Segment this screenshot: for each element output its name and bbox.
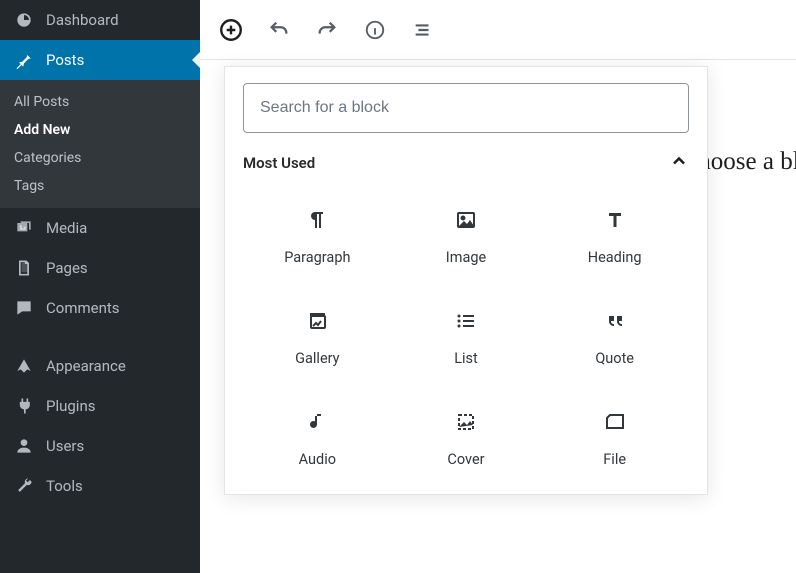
users-icon bbox=[12, 436, 36, 456]
file-icon bbox=[602, 409, 628, 435]
block-label: Paragraph bbox=[284, 249, 350, 266]
pin-icon bbox=[12, 50, 36, 70]
block-gallery[interactable]: Gallery bbox=[243, 286, 392, 387]
block-label: Heading bbox=[588, 249, 642, 266]
sidebar-item-pages[interactable]: Pages bbox=[0, 248, 200, 288]
pages-icon bbox=[12, 258, 36, 278]
sidebar-item-label: Users bbox=[46, 437, 84, 455]
block-heading[interactable]: Heading bbox=[540, 185, 689, 286]
audio-icon bbox=[304, 409, 330, 435]
block-label: Cover bbox=[447, 451, 484, 468]
dashboard-icon bbox=[12, 10, 36, 30]
block-label: List bbox=[454, 350, 478, 367]
info-button[interactable] bbox=[362, 17, 388, 43]
undo-button[interactable] bbox=[266, 17, 292, 43]
submenu-add-new[interactable]: Add New bbox=[0, 116, 200, 144]
block-image[interactable]: Image bbox=[392, 185, 541, 286]
block-quote[interactable]: Quote bbox=[540, 286, 689, 387]
admin-sidebar: Dashboard Posts All Posts Add New Catego… bbox=[0, 0, 200, 573]
appearance-icon bbox=[12, 356, 36, 376]
block-label: Quote bbox=[595, 350, 634, 367]
block-label: Image bbox=[446, 249, 486, 266]
sidebar-item-appearance[interactable]: Appearance bbox=[0, 346, 200, 386]
block-audio[interactable]: Audio bbox=[243, 387, 392, 488]
list-icon bbox=[453, 308, 479, 334]
plugins-icon bbox=[12, 396, 36, 416]
outline-button[interactable] bbox=[410, 17, 436, 43]
sidebar-item-comments[interactable]: Comments bbox=[0, 288, 200, 328]
sidebar-item-label: Plugins bbox=[46, 397, 95, 415]
blocks-grid: Paragraph Image Heading Gallery List Quo bbox=[243, 185, 689, 488]
sidebar-item-label: Pages bbox=[46, 259, 88, 277]
comments-icon bbox=[12, 298, 36, 318]
sidebar-item-dashboard[interactable]: Dashboard bbox=[0, 0, 200, 40]
block-inserter-panel: Most Used Paragraph Image Heading Galler… bbox=[224, 66, 708, 495]
quote-icon bbox=[602, 308, 628, 334]
redo-button[interactable] bbox=[314, 17, 340, 43]
sidebar-item-label: Tools bbox=[46, 477, 83, 495]
sidebar-item-label: Media bbox=[46, 219, 87, 237]
image-icon bbox=[453, 207, 479, 233]
sidebar-spacer bbox=[0, 328, 200, 346]
block-label: Gallery bbox=[295, 350, 339, 367]
paragraph-icon bbox=[304, 207, 330, 233]
sidebar-item-label: Appearance bbox=[46, 357, 126, 375]
submenu-tags[interactable]: Tags bbox=[0, 172, 200, 200]
tools-icon bbox=[12, 476, 36, 496]
block-file[interactable]: File bbox=[540, 387, 689, 488]
section-most-used[interactable]: Most Used bbox=[243, 133, 689, 185]
heading-icon bbox=[602, 207, 628, 233]
sidebar-item-tools[interactable]: Tools bbox=[0, 466, 200, 506]
sidebar-item-label: Comments bbox=[46, 299, 120, 317]
submenu-all-posts[interactable]: All Posts bbox=[0, 88, 200, 116]
block-label: File bbox=[603, 451, 626, 468]
section-title: Most Used bbox=[243, 154, 315, 172]
sidebar-item-media[interactable]: Media bbox=[0, 208, 200, 248]
add-block-button[interactable] bbox=[218, 17, 244, 43]
cover-icon bbox=[453, 409, 479, 435]
gallery-icon bbox=[304, 308, 330, 334]
editor-toolbar bbox=[200, 0, 796, 60]
sidebar-item-plugins[interactable]: Plugins bbox=[0, 386, 200, 426]
media-icon bbox=[12, 218, 36, 238]
block-search-input[interactable] bbox=[243, 83, 689, 133]
sidebar-item-posts[interactable]: Posts bbox=[0, 40, 200, 80]
chevron-up-icon bbox=[669, 151, 689, 175]
sidebar-item-users[interactable]: Users bbox=[0, 426, 200, 466]
sidebar-item-label: Dashboard bbox=[46, 11, 119, 29]
block-paragraph[interactable]: Paragraph bbox=[243, 185, 392, 286]
block-label: Audio bbox=[299, 451, 336, 468]
sidebar-item-label: Posts bbox=[46, 51, 84, 69]
posts-submenu: All Posts Add New Categories Tags bbox=[0, 80, 200, 208]
block-list[interactable]: List bbox=[392, 286, 541, 387]
submenu-categories[interactable]: Categories bbox=[0, 144, 200, 172]
editor-area: Start writing or type / to choose a bloc… bbox=[200, 0, 796, 573]
block-cover[interactable]: Cover bbox=[392, 387, 541, 488]
